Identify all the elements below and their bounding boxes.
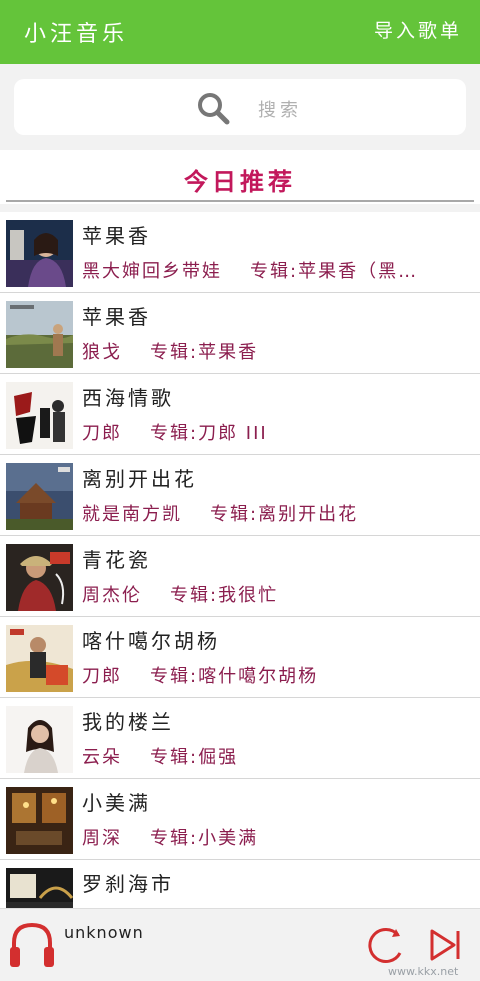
song-artist: 刀郎 (82, 666, 122, 687)
app-title: 小汪音乐 (24, 22, 129, 47)
divider (6, 200, 474, 202)
song-list-item[interactable]: 西海情歌 刀郎 专辑:刀郎 III (0, 374, 480, 455)
song-title: 喀什噶尔胡杨 (82, 629, 220, 653)
song-title: 离别开出花 (82, 467, 197, 491)
song-artist: 刀郎 (82, 423, 122, 444)
song-list-item[interactable]: 喀什噶尔胡杨 刀郎 专辑:喀什噶尔胡杨 (0, 617, 480, 698)
search-placeholder: 搜索 (258, 100, 302, 121)
song-title: 苹果香 (82, 224, 151, 248)
top-app-bar: 小汪音乐 导入歌单 (0, 0, 480, 64)
song-meta: 刀郎 专辑:刀郎 III (82, 419, 466, 445)
song-album: 专辑:苹果香 (150, 342, 259, 363)
album-cover-image (6, 868, 73, 908)
recommend-section-header: 今日推荐 (0, 150, 480, 204)
album-cover-image (6, 220, 73, 287)
song-meta: 黑大婶回乡带娃 专辑:苹果香（黑… (82, 257, 466, 283)
song-album: 专辑:离别开出花 (210, 504, 359, 525)
song-album: 专辑:苹果香（黑… (250, 261, 419, 282)
song-title: 西海情歌 (82, 386, 174, 410)
song-album: 专辑:我很忙 (170, 585, 279, 606)
song-list-item[interactable]: 小美满 周深 专辑:小美满 (0, 779, 480, 860)
album-cover-image (6, 382, 73, 449)
song-artist: 周深 (82, 828, 122, 849)
song-album: 专辑:喀什噶尔胡杨 (150, 666, 319, 687)
song-title: 苹果香 (82, 305, 151, 329)
album-cover-image (6, 625, 73, 692)
song-artist: 狼戈 (82, 342, 122, 363)
song-list: 苹果香 黑大婶回乡带娃 专辑:苹果香（黑… 苹果香 狼戈 专辑:苹果香 西海情歌 刀… (0, 212, 480, 908)
song-list-item[interactable]: 苹果香 黑大婶回乡带娃 专辑:苹果香（黑… (0, 212, 480, 293)
song-meta: 刀郎 专辑:喀什噶尔胡杨 (82, 662, 466, 688)
album-cover-image (6, 544, 73, 611)
song-meta: 就是南方凯 专辑:离别开出花 (82, 500, 466, 526)
album-cover-image (6, 463, 73, 530)
song-artist: 就是南方凯 (82, 504, 182, 525)
song-title: 罗刹海市 (82, 872, 174, 896)
song-meta: 周深 专辑:小美满 (82, 824, 466, 850)
search-area: 搜索 (0, 64, 480, 150)
song-list-item[interactable]: 我的楼兰 云朵 专辑:倔强 (0, 698, 480, 779)
song-album: 专辑:刀郎 III (150, 423, 268, 444)
loop-icon[interactable] (366, 923, 406, 967)
song-list-item[interactable]: 青花瓷 周杰伦 专辑:我很忙 (0, 536, 480, 617)
now-playing-title: unknown (64, 923, 144, 942)
song-title: 青花瓷 (82, 548, 151, 572)
song-title: 我的楼兰 (82, 710, 174, 734)
song-list-item[interactable]: 离别开出花 就是南方凯 专辑:离别开出花 (0, 455, 480, 536)
song-artist: 黑大婶回乡带娃 (82, 261, 222, 282)
search-input[interactable]: 搜索 (14, 79, 466, 135)
album-cover-image (6, 301, 73, 368)
search-icon (198, 93, 230, 125)
album-cover-image (6, 706, 73, 773)
song-artist: 云朵 (82, 747, 122, 768)
song-album: 专辑:倔强 (150, 747, 239, 768)
headphones-icon[interactable] (8, 919, 56, 971)
song-list-item[interactable]: 苹果香 狼戈 专辑:苹果香 (0, 293, 480, 374)
song-title: 小美满 (82, 791, 151, 815)
recommend-title: 今日推荐 (184, 168, 296, 196)
song-meta: 周杰伦 专辑:我很忙 (82, 581, 466, 607)
song-list-item[interactable]: 罗刹海市 (0, 860, 480, 908)
song-meta: 狼戈 专辑:苹果香 (82, 338, 466, 364)
import-playlist-button[interactable]: 导入歌单 (374, 16, 462, 43)
song-album: 专辑:小美满 (150, 828, 259, 849)
watermark-text: www.kkx.net (388, 965, 459, 978)
album-cover-image (6, 787, 73, 854)
song-meta: 云朵 专辑:倔强 (82, 743, 466, 769)
mini-player: unknown www.kkx.net (0, 908, 480, 981)
play-icon[interactable] (428, 927, 462, 963)
song-artist: 周杰伦 (82, 585, 142, 606)
